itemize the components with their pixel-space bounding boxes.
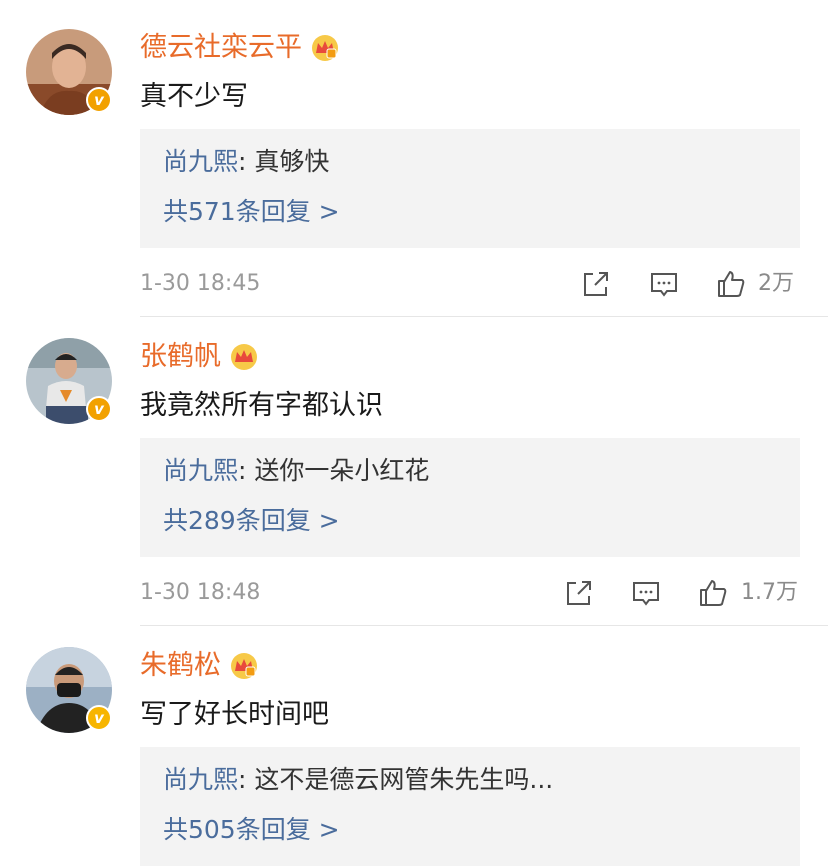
verified-badge-icon: v (86, 87, 112, 113)
reply-preview[interactable]: 尚九熙: 这不是德云网管朱先生吗... 共505条回复 > (140, 747, 800, 866)
like-icon[interactable] (716, 269, 746, 299)
reply-line: 尚九熙: 这不是德云网管朱先生吗... (163, 763, 553, 797)
username-row: 张鹤帆 (140, 340, 259, 374)
comment-meta: 1-30 18:48 1.7万 (140, 576, 800, 610)
reply-preview[interactable]: 尚九熙: 真够快 共571条回复 > (140, 129, 800, 248)
timestamp: 1-30 18:48 (140, 580, 261, 605)
crown-badge-icon (231, 344, 257, 370)
reply-username[interactable]: 尚九熙 (163, 765, 238, 794)
reply-username[interactable]: 尚九熙 (163, 147, 238, 176)
username[interactable]: 德云社栾云平 (140, 31, 302, 65)
share-icon[interactable] (581, 269, 611, 299)
timestamp: 1-30 18:45 (140, 271, 261, 296)
reply-preview[interactable]: 尚九熙: 送你一朵小红花 共289条回复 > (140, 438, 800, 557)
comment-text: 我竟然所有字都认识 (140, 390, 383, 421)
crown-badge-icon (231, 653, 257, 679)
more-replies-link[interactable]: 共505条回复 > (163, 813, 340, 847)
like-count: 1.7万 (741, 580, 798, 605)
reply-username[interactable]: 尚九熙 (163, 456, 238, 485)
comment-icon[interactable] (631, 578, 661, 608)
reply-separator: : (238, 147, 255, 176)
username-row: 德云社栾云平 (140, 31, 340, 65)
comment-meta: 1-30 18:45 2万 (140, 267, 800, 301)
username[interactable]: 朱鹤松 (140, 649, 221, 683)
divider (140, 316, 828, 317)
divider (140, 625, 828, 626)
reply-line: 尚九熙: 送你一朵小红花 (163, 454, 429, 488)
reply-text: 这不是德云网管朱先生吗... (254, 765, 554, 794)
avatar[interactable]: v (26, 29, 112, 115)
reply-line: 尚九熙: 真够快 (163, 145, 329, 179)
avatar[interactable]: v (26, 647, 112, 733)
comment-text: 真不少写 (140, 81, 248, 112)
reply-separator: : (238, 765, 255, 794)
like-count: 2万 (758, 271, 794, 296)
verified-badge-icon: v (86, 396, 112, 422)
username[interactable]: 张鹤帆 (140, 340, 221, 374)
verified-badge-icon: v (86, 705, 112, 731)
like-icon[interactable] (698, 578, 728, 608)
reply-separator: : (238, 456, 255, 485)
comment-icon[interactable] (649, 269, 679, 299)
reply-text: 真够快 (254, 147, 330, 176)
crown-badge-icon (312, 35, 338, 61)
comment-text: 写了好长时间吧 (140, 699, 329, 730)
avatar[interactable]: v (26, 338, 112, 424)
more-replies-link[interactable]: 共289条回复 > (163, 504, 340, 538)
more-replies-link[interactable]: 共571条回复 > (163, 195, 340, 229)
share-icon[interactable] (564, 578, 594, 608)
reply-text: 送你一朵小红花 (254, 456, 430, 485)
username-row: 朱鹤松 (140, 649, 259, 683)
